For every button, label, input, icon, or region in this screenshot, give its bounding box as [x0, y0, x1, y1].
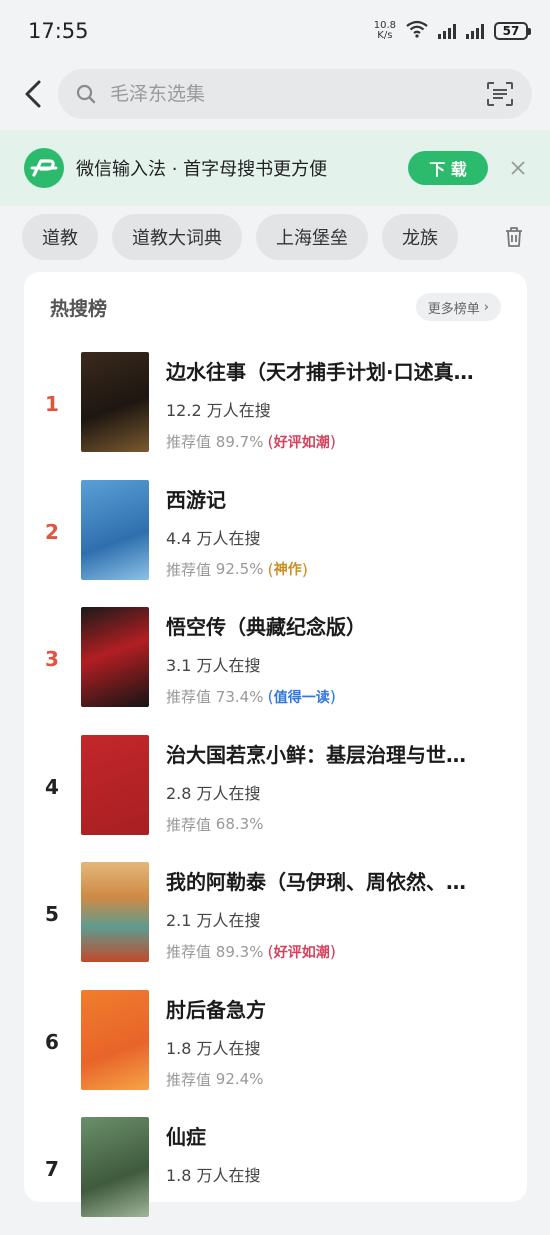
hot-search-card: 热搜榜 更多榜单 › 1 边水往事（天才捕手计划·口述真… 12.2 万人在搜 推荐值 … — [24, 272, 527, 1217]
search-count: 1.8 万人在搜 — [166, 1038, 261, 1058]
signal-icon — [438, 23, 456, 39]
book-title: 我的阿勒泰（马伊琍、周依然、… — [166, 870, 466, 894]
rating-badge: (好评如潮) — [267, 432, 336, 451]
book-cover — [81, 862, 149, 962]
score-line: 推荐值 89.3%(好评如潮) — [166, 942, 336, 961]
score-line: 推荐值 89.7%(好评如潮) — [166, 432, 336, 451]
book-title: 治大国若烹小鲜：基层治理与世… — [166, 742, 466, 767]
score-value: 73.4% — [215, 687, 264, 706]
signal-icon-2 — [466, 23, 484, 39]
scan-icon[interactable] — [486, 81, 514, 107]
rank-number: 1 — [45, 392, 59, 416]
search-count: 4.4 万人在搜 — [166, 528, 261, 548]
book-title: 肘后备急方 — [166, 997, 266, 1022]
score-value: 68.3% — [215, 815, 264, 833]
download-button[interactable]: 下 载 — [408, 151, 488, 185]
laurel-right-icon: ) — [301, 559, 308, 579]
rank-number: 3 — [45, 647, 59, 671]
rank-number: 5 — [45, 902, 59, 926]
laurel-right-icon: ) — [329, 432, 336, 451]
hot-list-item[interactable]: 3 悟空传（典藏纪念版） 3.1 万人在搜推荐值 73.4%(值得一读) — [24, 597, 527, 725]
rank-number: 7 — [45, 1157, 59, 1181]
book-title: 仙症 — [166, 1125, 206, 1149]
book-title: 悟空传（典藏纪念版） — [166, 615, 366, 639]
history-chip[interactable]: 道教 — [22, 214, 98, 260]
book-cover — [81, 734, 149, 835]
rank-number: 4 — [45, 774, 59, 799]
search-count: 3.1 万人在搜 — [166, 656, 261, 675]
book-title: 边水往事（天才捕手计划·口述真… — [166, 360, 474, 384]
history-chip[interactable]: 上海堡垒 — [256, 214, 368, 260]
rating-badge: (好评如潮) — [267, 942, 336, 961]
search-bar — [0, 62, 550, 126]
search-input[interactable] — [110, 83, 486, 105]
clear-history-button[interactable] — [500, 226, 528, 248]
wifi-icon — [406, 20, 428, 42]
hot-list-item[interactable]: 6 肘后备急方 1.8 万人在搜 推荐值 92.4% — [24, 980, 527, 1108]
search-count: 2.1 万人在搜 — [166, 911, 261, 930]
rating-badge: (神作) — [267, 559, 308, 579]
history-chip[interactable]: 道教大词典 — [112, 214, 242, 260]
rank-number: 6 — [45, 1029, 59, 1054]
book-cover — [81, 607, 149, 707]
score-line: 推荐值 73.4%(值得一读) — [166, 687, 336, 706]
chevron-right-icon: › — [483, 299, 489, 315]
search-count: 1.8 万人在搜 — [166, 1166, 261, 1185]
input-method-logo — [24, 148, 64, 188]
book-cover — [81, 1117, 149, 1217]
net-speed: 10.8 K/s — [373, 20, 396, 41]
back-button[interactable] — [18, 74, 48, 114]
status-time: 17:55 — [28, 19, 89, 43]
score-value: 92.4% — [215, 1070, 264, 1088]
close-icon — [511, 161, 525, 175]
hot-list-item[interactable]: 5 我的阿勒泰（马伊琍、周依然、… 2.1 万人在搜推荐值 89.3%(好评如潮) — [24, 852, 527, 980]
book-title: 西游记 — [166, 487, 226, 512]
battery-icon: 57 — [494, 22, 531, 40]
search-count: 12.2 万人在搜 — [166, 401, 271, 420]
laurel-right-icon: ) — [329, 687, 336, 706]
banner-text: 微信输入法 · 首字母搜书更方便 — [76, 159, 328, 180]
score-line: 推荐值 92.5%(神作) — [166, 559, 308, 579]
more-lists-button[interactable]: 更多榜单 › — [415, 293, 501, 321]
book-cover — [81, 352, 149, 452]
hot-list-item[interactable]: 2 西游记 4.4 万人在搜推荐值 92.5%(神作) — [24, 470, 527, 598]
book-cover — [81, 479, 149, 580]
rank-number: 2 — [45, 519, 59, 544]
laurel-right-icon: ) — [329, 942, 336, 961]
search-icon — [76, 84, 96, 104]
hot-list-item[interactable]: 1 边水往事（天才捕手计划·口述真… 12.2 万人在搜推荐值 89.7%(好评如潮… — [24, 342, 527, 470]
ad-banner[interactable]: 微信输入法 · 首字母搜书更方便 下 载 — [0, 130, 550, 206]
chevron-left-icon — [25, 80, 41, 108]
hot-list-title: 热搜榜 — [50, 297, 108, 320]
close-banner-button[interactable] — [508, 158, 528, 178]
score-value: 89.3% — [215, 942, 264, 961]
hot-list-item[interactable]: 7 仙症 1.8 万人在搜 — [24, 1107, 527, 1235]
rating-badge: (值得一读) — [267, 687, 336, 706]
score-line: 推荐值 92.4% — [166, 1070, 264, 1089]
book-cover — [81, 989, 149, 1090]
score-value: 92.5% — [215, 560, 264, 578]
hot-list-item[interactable]: 4 治大国若烹小鲜：基层治理与世… 2.8 万人在搜 推荐值 68.3% — [24, 725, 527, 853]
status-bar: 17:55 10.8 K/s 57 — [0, 0, 550, 62]
trash-icon — [506, 227, 522, 247]
search-history: 道教 道教大词典 上海堡垒 龙族 — [0, 206, 550, 268]
score-line: 推荐值 68.3% — [166, 815, 264, 834]
history-chip[interactable]: 龙族 — [382, 214, 458, 260]
score-value: 89.7% — [215, 432, 264, 451]
search-count: 2.8 万人在搜 — [166, 783, 261, 803]
search-field[interactable] — [58, 69, 532, 119]
system-icons: 10.8 K/s 57 — [373, 20, 531, 42]
